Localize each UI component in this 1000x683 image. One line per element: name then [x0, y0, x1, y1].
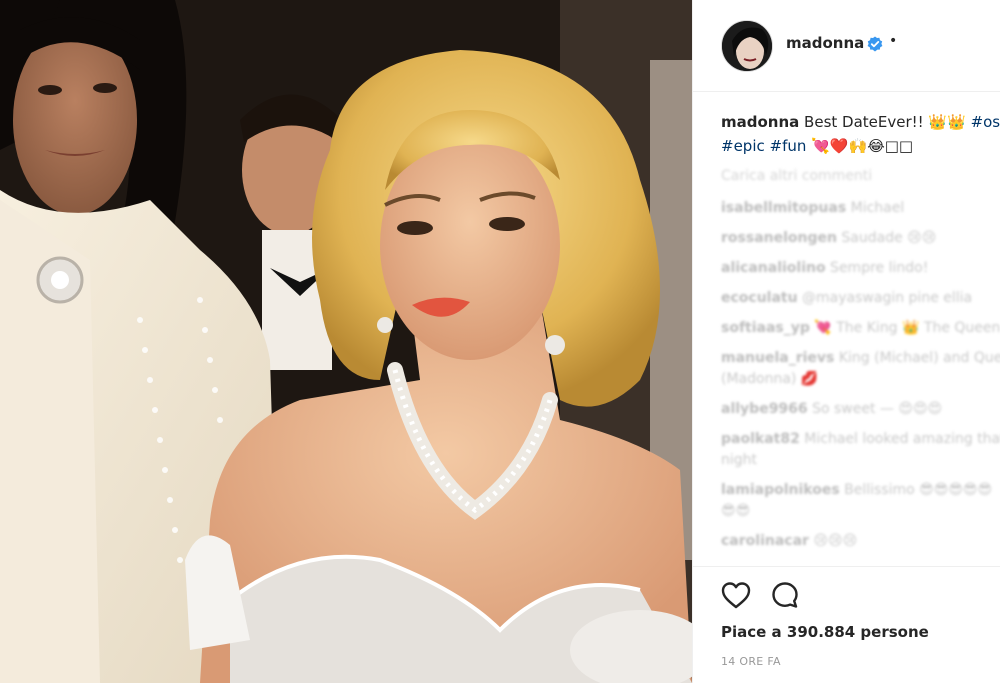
verified-badge-icon [867, 36, 883, 52]
comment-username[interactable]: allybe9966 [721, 401, 808, 417]
comment-username[interactable]: carolinacar [721, 533, 809, 549]
comment-username[interactable]: softiaas_yp [721, 320, 810, 336]
comment-username[interactable]: paolkat82 [721, 431, 800, 447]
comment-bubble-icon[interactable] [771, 581, 799, 609]
comment-text: So sweet — 😍😍😍 [807, 401, 943, 417]
hashtag-oscars[interactable]: #oscars [971, 113, 1000, 131]
comment-item: allybe9966 So sweet — 😍😍😍 [721, 399, 1000, 420]
comment-text: Michael looked amazing that [799, 431, 1000, 447]
caption-text: Best DateEver!! 👑👑 [799, 113, 971, 131]
comment-text: night [721, 452, 758, 468]
hashtag-fun[interactable]: #fun [770, 137, 807, 155]
caption-emoji: 💘❤️🙌😂□□ [806, 137, 914, 155]
comment-text: 😎😎 [721, 503, 751, 519]
post-details-panel: madonna • madonna Best DateEver!! 👑👑 #os… [692, 0, 1000, 683]
comment-text: Saudade 😢😢 [836, 230, 937, 246]
comment-continuation: night [721, 450, 1000, 471]
post-header: madonna • [693, 0, 1000, 92]
caption-username[interactable]: madonna [721, 113, 799, 131]
comment-username[interactable]: rossanelongen [721, 230, 837, 246]
comment-username[interactable]: manuela_rievs [721, 350, 834, 366]
comment-text: 💘 The King 👑 The Queen [809, 320, 1000, 336]
comment-item: rossanelongen Saudade 😢😢 [721, 228, 1000, 249]
comment-item: manuela_rievs King (Michael) and Queen [721, 348, 1000, 369]
post-actions: Piace a 390.884 persone 14 ORE FA [693, 566, 1000, 683]
username-link[interactable]: madonna [786, 34, 864, 52]
avatar[interactable] [721, 20, 773, 72]
comment-username[interactable]: isabellmitopuas [721, 200, 846, 216]
hashtag-epic[interactable]: #epic [721, 137, 765, 155]
avatar-image [722, 21, 772, 71]
post-timestamp[interactable]: 14 ORE FA [721, 655, 781, 668]
load-more-comments[interactable]: Carica altri commenti [721, 168, 1000, 188]
comment-continuation: (Madonna) 💋 [721, 369, 1000, 390]
comment-text: Sempre lindo! [825, 260, 929, 276]
comment-text: @mayaswagin pine ellia [797, 290, 973, 306]
comment-username[interactable]: alicanaliolino [721, 260, 826, 276]
comment-text: King (Michael) and Queen [838, 350, 1000, 366]
comment-text: (Madonna) 💋 [721, 371, 819, 387]
comment-text: Michael [846, 200, 905, 216]
likes-count[interactable]: Piace a 390.884 persone [721, 623, 929, 641]
heart-icon[interactable] [721, 581, 751, 609]
comment-item: ecoculatu @mayaswagin pine ellia [721, 288, 1000, 309]
post-photo[interactable] [0, 0, 692, 683]
comment-item: alicanaliolino Sempre lindo! [721, 258, 1000, 279]
comment-username[interactable]: ecoculatu [721, 290, 798, 306]
comment-item: carolinacar 😢😢😢 [721, 531, 1000, 552]
comment-text: Bellissimo 😎😎😎😎😎 [839, 482, 993, 498]
post-caption: madonna Best DateEver!! 👑👑 #oscars #epic… [721, 110, 1000, 158]
comment-text: 😢😢😢 [808, 533, 858, 549]
photo-illustration [0, 0, 692, 683]
comment-item: isabellmitopuas Michael [721, 198, 1000, 219]
comments-list: Carica altri commenti isabellmitopuas Mi… [721, 168, 1000, 561]
comment-item: lamiapolnikoes Bellissimo 😎😎😎😎😎 [721, 480, 1000, 501]
comment-continuation: 😎😎 [721, 501, 1000, 522]
comment-item: softiaas_yp 💘 The King 👑 The Queen [721, 318, 1000, 339]
comment-item: paolkat82 Michael looked amazing that [721, 429, 1000, 450]
separator-dot: • [889, 33, 898, 49]
comment-username[interactable]: lamiapolnikoes [721, 482, 840, 498]
